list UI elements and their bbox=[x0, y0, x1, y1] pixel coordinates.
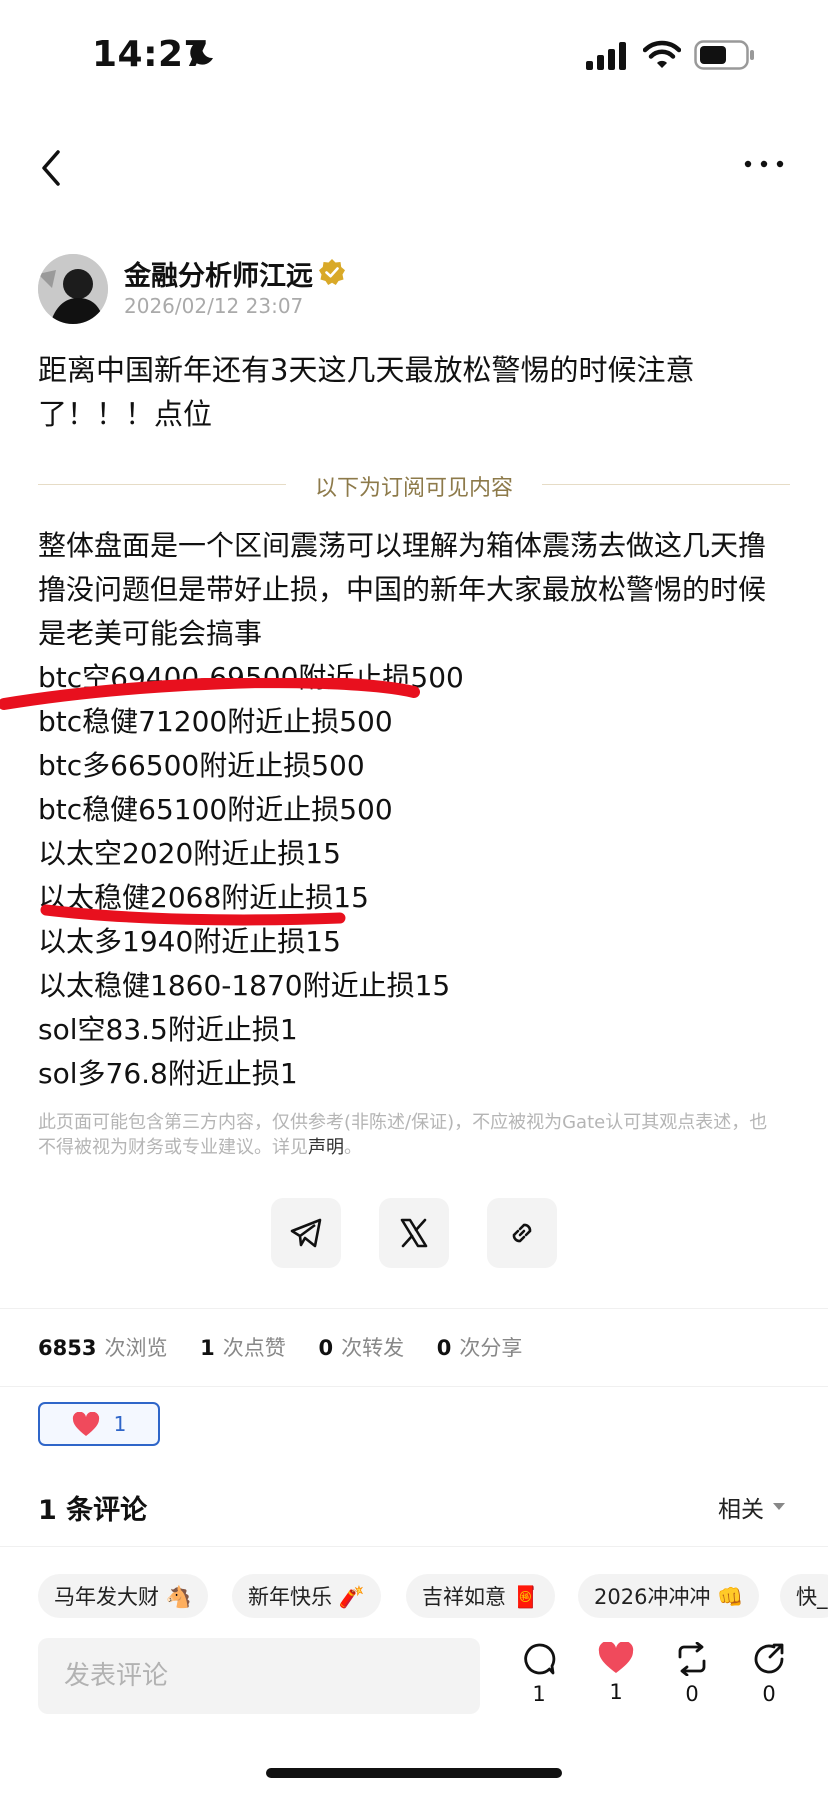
reposts-label: 次转发 bbox=[341, 1336, 405, 1360]
body-line: 撸没问题但是带好止损，中国的新年大家最放松警惕的时候 bbox=[38, 573, 767, 606]
author-name[interactable]: 金融分析师江远 bbox=[124, 254, 313, 293]
likes-label: 次点赞 bbox=[222, 1336, 286, 1360]
more-options-icon[interactable] bbox=[744, 160, 784, 168]
statement-link[interactable]: 声明 bbox=[308, 1137, 344, 1158]
trade-level-line: sol多76.8附近止损1 bbox=[38, 1057, 298, 1090]
shares-count: 0 bbox=[436, 1336, 452, 1360]
cellular-signal-icon bbox=[586, 42, 626, 70]
wifi-icon bbox=[643, 40, 681, 68]
quick-reply-chip[interactable]: 快_ bbox=[780, 1574, 828, 1618]
divider bbox=[0, 1386, 828, 1387]
comments-heading: 1 条评论 bbox=[38, 1495, 148, 1526]
post-body: 整体盘面是一个区间震荡可以理解为箱体震荡去做这几天撸 撸没问题但是带好止损，中国… bbox=[38, 524, 798, 1096]
trade-level-line: 以太空2020附近止损15 bbox=[38, 837, 341, 870]
views-label: 次浏览 bbox=[104, 1336, 168, 1360]
subscriber-content-label: 以下为订阅可见内容 bbox=[314, 476, 513, 501]
heart-filled-icon bbox=[598, 1641, 634, 1673]
quick-reply-chip[interactable]: 2026冲冲冲 👊 bbox=[578, 1574, 760, 1618]
link-icon bbox=[512, 1223, 532, 1243]
comment-sort-dropdown[interactable]: 相关 bbox=[718, 1490, 764, 1524]
body-line: 是老美可能会搞事 bbox=[38, 617, 263, 650]
caret-down-icon[interactable] bbox=[773, 1503, 785, 1510]
like-action[interactable]: 1 bbox=[586, 1641, 646, 1704]
copy-link-button[interactable] bbox=[487, 1198, 557, 1268]
like-reaction-chip[interactable]: 1 bbox=[38, 1402, 160, 1446]
share-action[interactable]: 0 bbox=[739, 1642, 799, 1706]
disclaimer-text: 此页面可能包含第三方内容，仅供参考(非陈述/保证)，不应被视为Gate认可其观点… bbox=[38, 1110, 778, 1160]
battery-icon bbox=[694, 40, 754, 70]
post-stats: 6853 次浏览 1 次点赞 0 次转发 0 次分享 bbox=[38, 1332, 522, 1362]
body-line: 整体盘面是一个区间震荡可以理解为箱体震荡去做这几天撸 bbox=[38, 529, 767, 562]
trade-level-line: btc多66500附近止损500 bbox=[38, 749, 365, 782]
repost-icon bbox=[678, 1641, 706, 1677]
telegram-icon bbox=[290, 1218, 322, 1248]
red-underline-annotation bbox=[40, 904, 346, 926]
home-indicator bbox=[266, 1768, 562, 1778]
likes-count: 1 bbox=[200, 1336, 215, 1360]
divider bbox=[0, 1308, 828, 1309]
share-count: 0 bbox=[762, 1682, 776, 1706]
red-underline-annotation bbox=[0, 678, 420, 710]
post-timestamp: 2026/02/12 23:07 bbox=[124, 294, 304, 318]
quick-reply-chip[interactable]: 新年快乐 🧨 bbox=[232, 1574, 381, 1618]
share-arrow-icon bbox=[754, 1643, 784, 1674]
divider bbox=[0, 1546, 828, 1547]
repost-count: 0 bbox=[685, 1682, 699, 1706]
author-avatar[interactable] bbox=[38, 254, 108, 324]
quick-reply-chip[interactable]: 马年发大财 🐴 bbox=[38, 1574, 208, 1618]
disclaimer-body: 此页面可能包含第三方内容，仅供参考(非陈述/保证)，不应被视为Gate认可其观点… bbox=[38, 1112, 768, 1158]
views-count: 6853 bbox=[38, 1336, 97, 1360]
comment-bubble-icon bbox=[524, 1643, 556, 1675]
moon-icon bbox=[190, 40, 213, 65]
trade-level-line: sol空83.5附近止损1 bbox=[38, 1013, 298, 1046]
trade-level-line: btc稳健65100附近止损500 bbox=[38, 793, 393, 826]
like-count: 1 bbox=[609, 1680, 623, 1704]
quick-reply-chip[interactable]: 吉祥如意 🧧 bbox=[406, 1574, 555, 1618]
heart-icon bbox=[72, 1411, 99, 1436]
verified-badge-icon bbox=[319, 259, 345, 285]
disclaimer-end: 。 bbox=[344, 1137, 362, 1158]
shares-label: 次分享 bbox=[459, 1336, 523, 1360]
comment-count: 1 bbox=[532, 1682, 546, 1706]
reposts-count: 0 bbox=[318, 1336, 334, 1360]
divider bbox=[542, 484, 790, 485]
repost-action[interactable]: 0 bbox=[662, 1641, 722, 1706]
trade-level-line: 以太稳健1860-1870附近止损15 bbox=[38, 969, 451, 1002]
share-telegram-button[interactable] bbox=[271, 1198, 341, 1268]
back-icon[interactable] bbox=[36, 146, 70, 190]
divider bbox=[38, 484, 286, 485]
x-logo-icon bbox=[400, 1218, 428, 1248]
like-chip-count: 1 bbox=[113, 1412, 127, 1436]
comment-action[interactable]: 1 bbox=[509, 1642, 569, 1706]
share-x-button[interactable] bbox=[379, 1198, 449, 1268]
post-title: 距离中国新年还有3天这几天最放松警惕的时候注意了！！！点位 bbox=[38, 353, 695, 431]
comment-input[interactable]: 发表评论 bbox=[38, 1638, 480, 1714]
